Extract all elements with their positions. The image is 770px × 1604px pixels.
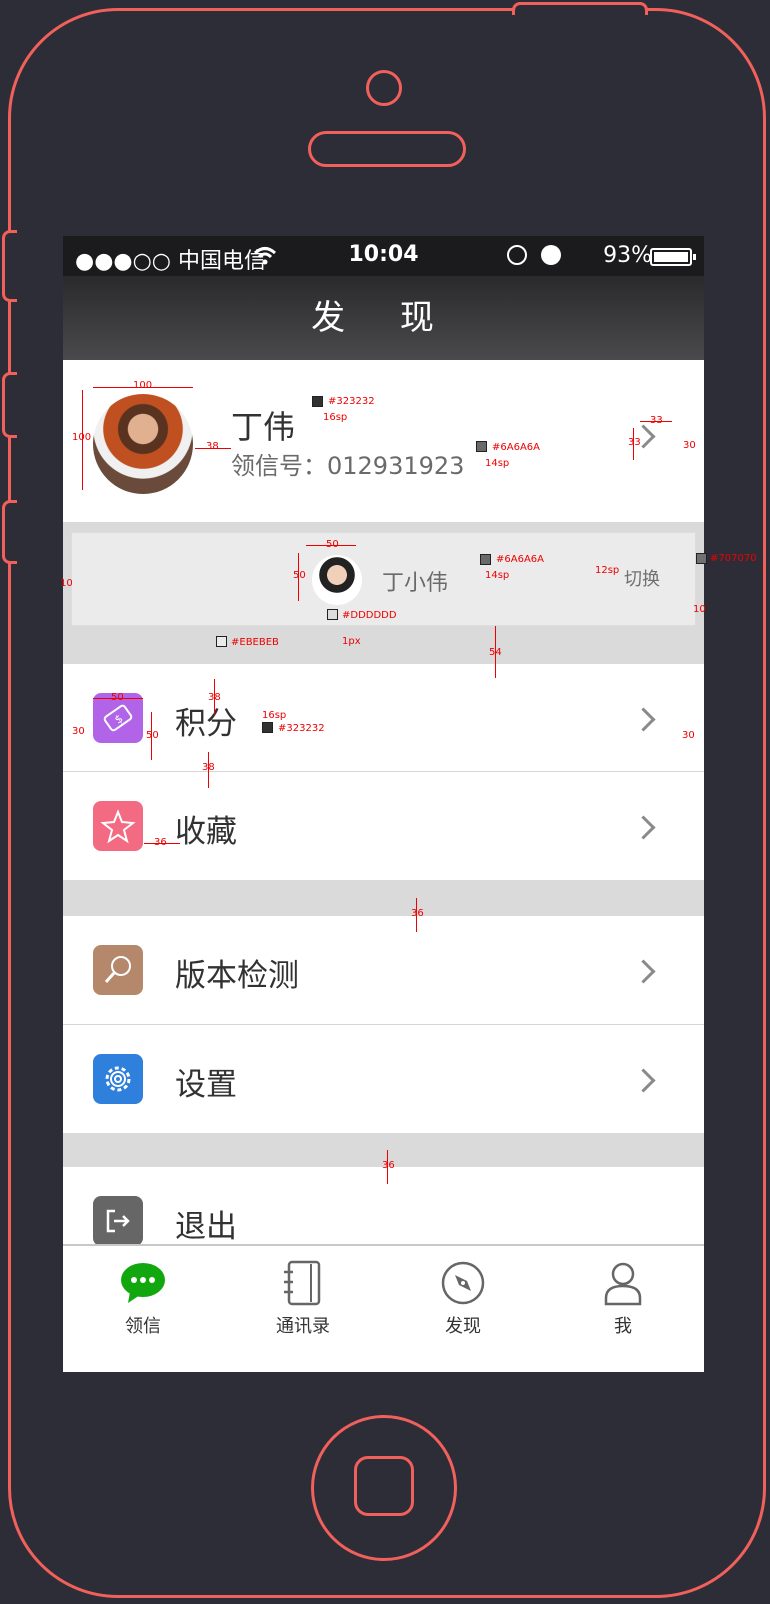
avatar-small: [312, 555, 362, 605]
dimension-label: 33: [650, 415, 663, 426]
color-swatch: [216, 636, 227, 647]
switch-account-button[interactable]: 切换: [624, 565, 660, 591]
menu-item-label: 版本检测: [175, 958, 299, 994]
dimension-label: 50: [146, 730, 159, 741]
menu-item-label: 退出: [175, 1209, 237, 1245]
switch-account-name: 丁小伟: [382, 571, 449, 596]
size-annotation: 16sp: [323, 412, 348, 423]
tab-label: 通讯录: [276, 1316, 330, 1337]
chevron-right-icon: [631, 1068, 656, 1093]
tab-label: 我: [614, 1316, 632, 1337]
search-icon: [93, 945, 143, 995]
color-annotation: #EBEBEB: [231, 637, 279, 648]
chat-icon: [121, 1263, 165, 1303]
rotation-lock-icon: [507, 245, 527, 265]
star-icon: [93, 801, 143, 851]
menu-item-version-check[interactable]: 版本检测: [63, 916, 704, 1024]
menu-item-label: 收藏: [175, 814, 237, 850]
battery-percent: 93%: [603, 243, 652, 268]
color-swatch: [480, 554, 491, 565]
color-annotation: #6A6A6A: [496, 554, 544, 565]
status-bar: ●●●○○ 中国电信 10:04 93%: [63, 236, 704, 276]
color-annotation: #DDDDDD: [342, 610, 397, 621]
menu-item-points[interactable]: $ 积分: [63, 664, 704, 772]
phone-camera: [366, 70, 402, 106]
dimension-label: 33: [628, 437, 641, 448]
color-swatch: [476, 441, 487, 452]
dimension-label: 10: [693, 604, 706, 615]
screen: ●●●○○ 中国电信 10:04 93% 发 现 丁伟 领信号：01293192…: [63, 236, 704, 1372]
logout-icon: [93, 1196, 143, 1246]
page-title: 发 现: [63, 276, 704, 360]
contacts-icon: [284, 1260, 321, 1306]
dimension-label: 10: [60, 578, 73, 589]
dimension-label: 36: [411, 908, 424, 919]
profile-card[interactable]: 丁伟 领信号：012931923: [63, 360, 704, 522]
color-swatch: [262, 722, 273, 733]
menu-item-label: 积分: [175, 706, 237, 742]
color-annotation: #323232: [328, 396, 375, 407]
color-swatch: [312, 396, 323, 407]
phone-volume-up: [2, 372, 17, 438]
dimension-label: 50: [293, 570, 306, 581]
dimension-label: 50: [111, 692, 124, 703]
tab-messages[interactable]: 领信: [63, 1246, 223, 1346]
dimension-label: 50: [326, 539, 339, 550]
tab-discover[interactable]: 发现: [383, 1246, 543, 1346]
dimension-label: 38: [202, 762, 215, 773]
phone-volume-down: [2, 500, 17, 564]
alarm-icon: [541, 245, 561, 265]
color-annotation: #707070: [710, 553, 757, 564]
chevron-right-icon: [631, 815, 656, 840]
dimension-label: 100: [72, 432, 92, 443]
dimension-label: 100: [133, 380, 153, 391]
size-annotation: 14sp: [485, 570, 510, 581]
color-swatch: [696, 553, 707, 564]
tab-label: 发现: [445, 1316, 481, 1337]
menu-item-label: 设置: [175, 1067, 237, 1103]
dimension-label: 38: [206, 441, 219, 452]
tab-bar: 领信 通讯录 发现 我: [63, 1244, 704, 1372]
profile-name: 丁伟: [231, 408, 296, 446]
tab-contacts[interactable]: 通讯录: [223, 1246, 383, 1346]
menu-item-settings[interactable]: 设置: [63, 1025, 704, 1133]
tab-label: 领信: [125, 1316, 161, 1337]
tab-me[interactable]: 我: [543, 1246, 703, 1346]
battery-icon: [650, 248, 696, 266]
menu-item-favorites[interactable]: 收藏: [63, 772, 704, 880]
dimension-label: 30: [682, 730, 695, 741]
color-annotation: #323232: [278, 723, 325, 734]
dimension-label: 30: [72, 726, 85, 737]
user-icon: [604, 1262, 642, 1306]
size-annotation: 16sp: [262, 710, 287, 721]
gear-icon: [93, 1054, 143, 1104]
compass-icon: [441, 1261, 485, 1305]
color-swatch: [327, 609, 338, 620]
dimension-label: 30: [683, 440, 696, 451]
size-annotation: 1px: [342, 636, 361, 647]
phone-top-button: [512, 2, 648, 15]
chevron-right-icon: [631, 707, 656, 732]
dimension-label: 36: [154, 837, 167, 848]
color-annotation: #6A6A6A: [492, 442, 540, 453]
size-annotation: 12sp: [595, 565, 620, 576]
phone-side-button: [2, 230, 17, 302]
dimension-label: 38: [208, 692, 221, 703]
chevron-right-icon: [631, 959, 656, 984]
home-button-square: [354, 1456, 414, 1516]
avatar: [93, 394, 193, 494]
profile-id: 领信号：012931923: [231, 452, 465, 480]
dimension-label: 36: [382, 1160, 395, 1171]
dimension-label: 54: [489, 647, 502, 658]
size-annotation: 14sp: [485, 458, 510, 469]
phone-speaker: [308, 131, 466, 167]
